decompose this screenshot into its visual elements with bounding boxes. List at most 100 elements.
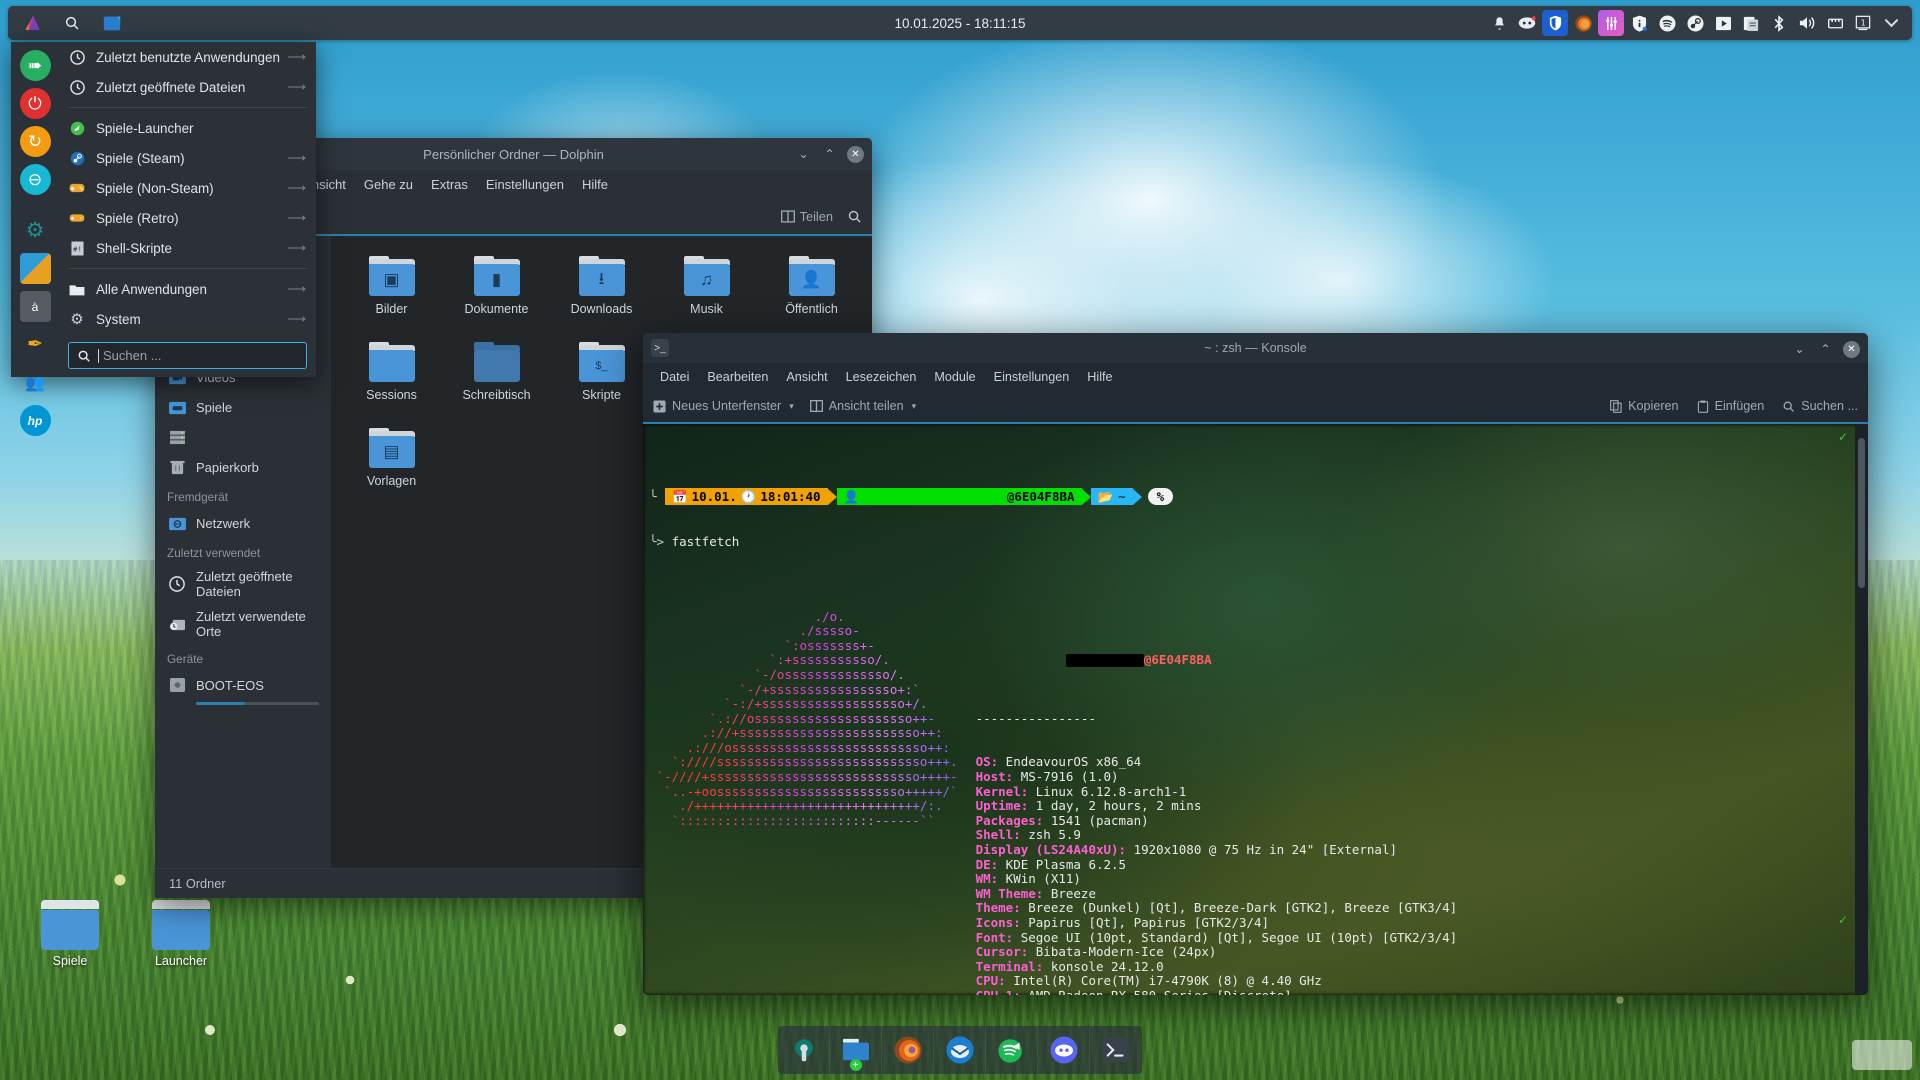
menu-item-system[interactable]: ⚙ System ⟶	[59, 304, 316, 334]
file-item[interactable]: $_ Skripte	[549, 336, 654, 408]
split-view-button[interactable]: Teilen	[781, 209, 833, 224]
application-menu[interactable]: ➠ ⏻ ↻ ⊖ ⚙ à ✒ 👥 hp Zuletzt benutzte Anwe…	[11, 42, 316, 377]
application-launcher-button[interactable]	[14, 8, 50, 38]
panel-files-button[interactable]	[94, 8, 130, 38]
thunderbird-icon	[945, 1035, 975, 1065]
ff-entry-value: 1 day, 2 hours, 2 mins	[1036, 798, 1202, 813]
kmenu-lesezeichen[interactable]: Lesezeichen	[837, 366, 926, 388]
desktop-icon-spiele[interactable]: Spiele	[22, 900, 118, 968]
file-item[interactable]: Schreibtisch	[444, 336, 549, 408]
sidebar-settings-icon[interactable]: ⚙	[20, 215, 51, 246]
split-view-button[interactable]: Ansicht teilen ▾	[810, 399, 916, 413]
close-button[interactable]: ✕	[847, 146, 864, 163]
place-papierkorb[interactable]: Papierkorb	[155, 452, 331, 482]
menu-item-all-applications[interactable]: Alle Anwendungen ⟶	[59, 274, 316, 304]
place-boot-eos[interactable]: BOOT-EOS	[155, 670, 331, 700]
network-icon[interactable]	[1822, 10, 1848, 36]
menu-extras[interactable]: Extras	[422, 173, 477, 196]
clipboard-icon[interactable]	[1738, 10, 1764, 36]
kmenu-einstellungen[interactable]: Einstellungen	[985, 366, 1079, 388]
konsole-window[interactable]: >_ ~ : zsh — Konsole ⌄ ⌃ ✕ Datei Bearbei…	[643, 333, 1868, 995]
menu-item-recent-apps[interactable]: Zuletzt benutzte Anwendungen ⟶	[59, 42, 316, 72]
bitwarden-tray-icon[interactable]	[1542, 10, 1568, 36]
notifications-icon[interactable]	[1486, 10, 1512, 36]
menu-item-games-non-steam[interactable]: Spiele (Non-Steam) ⟶	[59, 173, 316, 203]
file-item[interactable]: ▮ Dokumente	[444, 250, 549, 322]
konsole-search-button[interactable]: Suchen ...	[1782, 399, 1858, 413]
menu-einstellungen[interactable]: Einstellungen	[477, 173, 573, 196]
panel-search-button[interactable]	[54, 8, 90, 38]
minimize-button[interactable]: ⌄	[795, 146, 812, 163]
file-item[interactable]: ⭳ Downloads	[549, 250, 654, 322]
file-item[interactable]: ♫ Musik	[654, 250, 759, 322]
spotify-tray-icon[interactable]	[1654, 10, 1680, 36]
maximize-button[interactable]: ⌃	[1817, 341, 1834, 358]
dock-item-konsole[interactable]	[1090, 1026, 1142, 1074]
menu-item-games-retro[interactable]: Spiele (Retro) ⟶	[59, 203, 316, 233]
scrollbar-thumb[interactable]	[1858, 438, 1865, 588]
sidebar-colorpicker-icon[interactable]: ✒	[20, 329, 51, 360]
menu-hilfe[interactable]: Hilfe	[573, 173, 617, 196]
copy-button[interactable]: Kopieren	[1610, 399, 1678, 413]
place-spiele[interactable]: Spiele	[155, 392, 331, 422]
equalizer-tray-icon[interactable]	[1598, 10, 1624, 36]
menu-item-label: Spiele (Retro)	[96, 211, 179, 226]
bluetooth-icon[interactable]	[1766, 10, 1792, 36]
menu-item-shell-scripts[interactable]: #! Shell-Skripte ⟶	[59, 233, 316, 263]
dock-item-dolphin[interactable]: +	[830, 1026, 882, 1074]
maximize-button[interactable]: ⌃	[821, 146, 838, 163]
chevron-down-icon[interactable]: ▾	[912, 401, 917, 412]
file-item[interactable]: ▤ Vorlagen	[339, 422, 444, 494]
dock-item-firefox[interactable]	[882, 1026, 934, 1074]
desktop-icon-launcher[interactable]: Launcher	[133, 900, 229, 968]
search-icon[interactable]	[847, 209, 862, 224]
place-zuletzt-orte[interactable]: Zuletzt verwendete Orte	[155, 604, 331, 644]
kmenu-ansicht[interactable]: Ansicht	[777, 366, 836, 388]
file-item[interactable]: 👤 Öffentlich	[759, 250, 864, 322]
kmenu-hilfe[interactable]: Hilfe	[1078, 366, 1121, 388]
sidebar-shutdown-icon[interactable]: ⏻	[20, 88, 51, 119]
discord-tray-icon[interactable]	[1514, 10, 1540, 36]
place-zuletzt-dateien[interactable]: Zuletzt geöffnete Dateien	[155, 564, 331, 604]
dock-item-discord[interactable]	[1038, 1026, 1090, 1074]
file-item[interactable]: Sessions	[339, 336, 444, 408]
minimize-button[interactable]: ⌄	[1791, 341, 1808, 358]
sidebar-keyboard-icon[interactable]: à	[20, 291, 51, 322]
gear-icon: ⚙	[68, 310, 86, 328]
konsole-titlebar[interactable]: >_ ~ : zsh — Konsole ⌄ ⌃ ✕	[643, 333, 1868, 363]
kmenu-module[interactable]: Module	[925, 366, 984, 388]
menu-item-game-launcher[interactable]: Spiele-Launcher	[59, 113, 316, 143]
menu-gehe-zu[interactable]: Gehe zu	[355, 173, 422, 196]
app-menu-search[interactable]: Suchen ...	[68, 342, 307, 369]
firefox-tray-icon[interactable]	[1570, 10, 1596, 36]
terminal-scrollbar[interactable]	[1855, 424, 1868, 995]
sidebar-users-icon[interactable]: 👥	[20, 367, 51, 398]
steam-tray-icon[interactable]	[1682, 10, 1708, 36]
terminal-view[interactable]: ╰ 📅10.01. 🕐18:01:40 👤@6E04F8BA 📂~ % ╰> f…	[643, 424, 1868, 995]
paste-button[interactable]: Einfügen	[1697, 399, 1765, 413]
security-shield-icon[interactable]	[1626, 10, 1652, 36]
file-item[interactable]: ▣ Bilder	[339, 250, 444, 322]
virtual-desktop-icon[interactable]: 1	[1850, 10, 1876, 36]
dock-item-system-settings[interactable]	[778, 1026, 830, 1074]
chevron-down-icon[interactable]: ▾	[789, 401, 794, 412]
volume-icon[interactable]	[1794, 10, 1820, 36]
place-netzwerk[interactable]: Netzwerk	[155, 508, 331, 538]
place-server[interactable]	[155, 422, 331, 452]
sidebar-apps-icon[interactable]	[20, 253, 51, 284]
menu-item-games-steam[interactable]: Spiele (Steam) ⟶	[59, 143, 316, 173]
sidebar-suspend-icon[interactable]: ⊖	[20, 164, 51, 195]
show-hidden-tray-icon[interactable]	[1878, 10, 1904, 36]
new-tab-button[interactable]: Neues Unterfenster ▾	[653, 399, 794, 413]
media-player-icon[interactable]	[1710, 10, 1736, 36]
menu-item-recent-files[interactable]: Zuletzt geöffnete Dateien ⟶	[59, 72, 316, 102]
konsole-menubar: Datei Bearbeiten Ansicht Lesezeichen Mod…	[643, 363, 1868, 390]
dock-item-thunderbird[interactable]	[934, 1026, 986, 1074]
dock-item-spotify[interactable]	[986, 1026, 1038, 1074]
kmenu-datei[interactable]: Datei	[651, 366, 698, 388]
sidebar-hp-icon[interactable]: hp	[20, 405, 51, 436]
close-button[interactable]: ✕	[1843, 341, 1860, 358]
sidebar-restart-icon[interactable]: ↻	[20, 126, 51, 157]
kmenu-bearbeiten[interactable]: Bearbeiten	[698, 366, 777, 388]
sidebar-logout-icon[interactable]: ➠	[20, 50, 51, 81]
